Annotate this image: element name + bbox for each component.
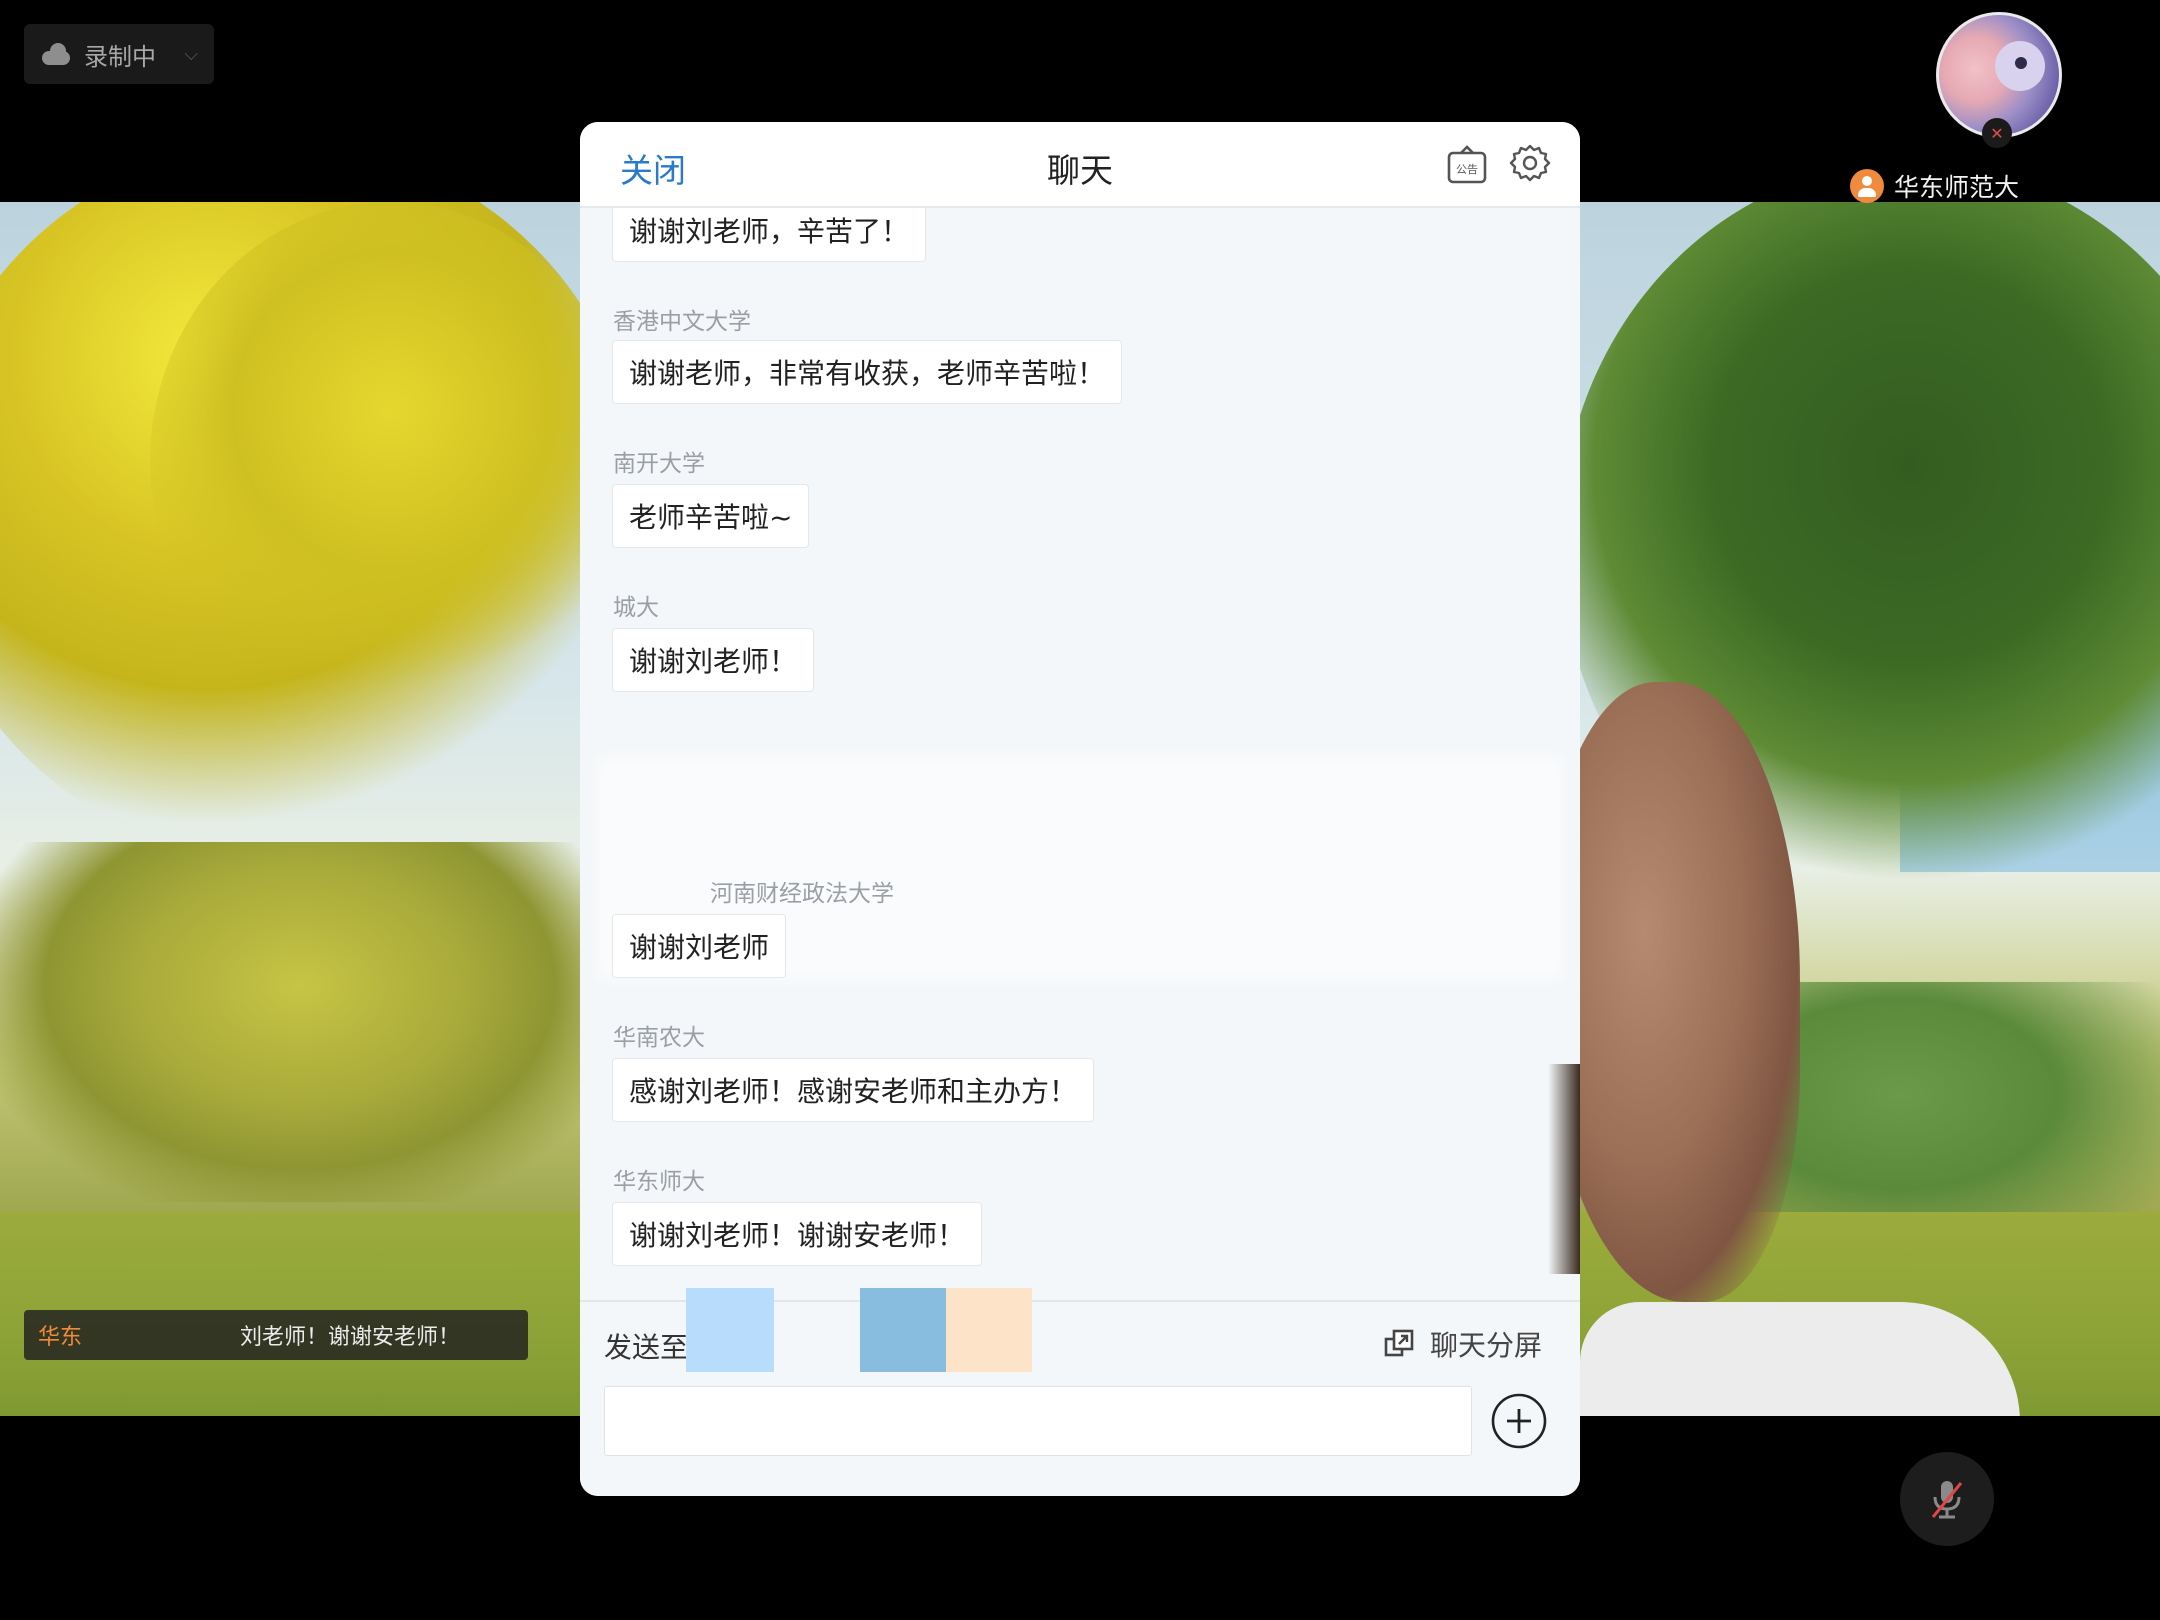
message-sender: 河南财经政法大学	[710, 881, 894, 907]
gear-icon[interactable]	[1508, 142, 1552, 186]
chat-footer: 发送至 聊天分屏	[580, 1288, 1580, 1496]
chat-title: 聊天	[1047, 151, 1113, 190]
chat-message-input[interactable]	[604, 1386, 1472, 1456]
mic-toggle-button[interactable]	[1900, 1452, 1994, 1546]
split-screen-icon	[1384, 1329, 1414, 1357]
chat-caption-bar: 华东 刘老师！谢谢安老师！	[24, 1310, 528, 1360]
mic-muted-icon: ✕	[1982, 118, 2012, 148]
message-sender: 华东师大	[613, 1169, 705, 1195]
overlay-bleed	[1548, 1064, 1580, 1274]
recording-status-button[interactable]: 录制中 ⌵	[24, 24, 214, 84]
message-sender: 华南农大	[613, 1025, 705, 1051]
recipient-chip[interactable]	[860, 1288, 946, 1372]
video-person-shirt	[1580, 1302, 2020, 1416]
meeting-screen: 录制中 ⌵ ✕ 华东师范大 华东 刘老师！谢谢安老师！ 关闭 聊天 公告 谢谢刘…	[0, 0, 2160, 1620]
recipient-chip[interactable]	[946, 1288, 1032, 1372]
presenter-label: 华东师范大	[1850, 168, 2019, 204]
video-grove-left	[0, 842, 600, 1202]
message-sender: 城大	[613, 595, 659, 621]
cloud-icon	[40, 43, 72, 65]
plus-circle-icon[interactable]	[1490, 1392, 1548, 1450]
split-label: 聊天分屏	[1430, 1329, 1543, 1362]
message-sender: 南开大学	[613, 451, 705, 477]
recipient-chip[interactable]	[686, 1288, 774, 1372]
caption-text: 刘老师！谢谢安老师！	[240, 1325, 461, 1350]
notice-icon-text: 公告	[1456, 163, 1478, 176]
recording-label: 录制中	[84, 42, 156, 71]
video-tree-left-2	[150, 202, 630, 722]
message-bubble: 谢谢刘老师！谢谢安老师！	[612, 1202, 983, 1266]
message-bubble: 谢谢刘老师	[612, 914, 787, 978]
chat-panel: 关闭 聊天 公告 谢谢刘老师，辛苦了！ 香港中文大学 谢谢老师，非常有收获，老师…	[580, 122, 1580, 1496]
presenter-name: 华东师范大	[1894, 173, 2020, 202]
chat-split-screen-button[interactable]: 聊天分屏	[1384, 1324, 1542, 1364]
chevron-down-icon: ⌵	[184, 43, 198, 65]
chat-header: 关闭 聊天 公告	[580, 122, 1580, 208]
message-bubble: 谢谢刘老师！	[612, 628, 815, 692]
caption-sender: 华东	[38, 1325, 83, 1350]
mic-muted-icon	[1931, 1481, 1963, 1519]
message-bubble: 谢谢刘老师，辛苦了！	[612, 208, 927, 262]
avatar-eye	[2015, 57, 2027, 69]
message-bubble: 老师辛苦啦~	[612, 484, 810, 548]
notice-board-icon[interactable]: 公告	[1446, 144, 1488, 186]
person-icon	[1850, 169, 1884, 203]
send-to-label: 发送至	[604, 1331, 689, 1364]
message-list[interactable]: 谢谢刘老师，辛苦了！ 香港中文大学 谢谢老师，非常有收获，老师辛苦啦！ 南开大学…	[580, 208, 1580, 1424]
message-sender: 香港中文大学	[613, 309, 751, 335]
message-bubble: 感谢刘老师！感谢安老师和主办方！	[612, 1058, 1095, 1122]
message-bubble: 谢谢老师，非常有收获，老师辛苦啦！	[612, 340, 1123, 404]
